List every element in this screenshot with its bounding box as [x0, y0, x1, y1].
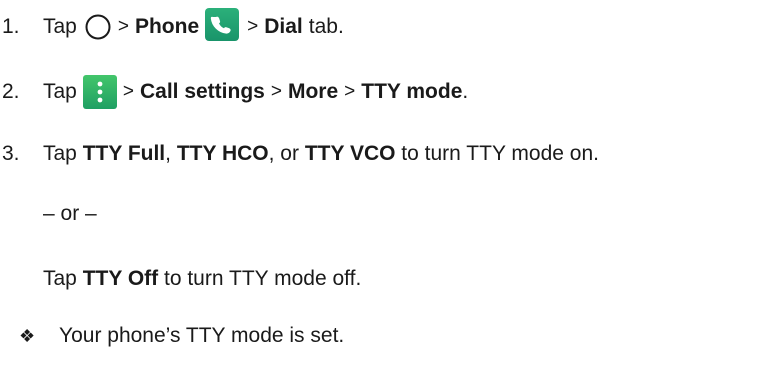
separator-arrow: >	[270, 81, 282, 102]
alt-step-text: Tap TTY Off to turn TTY mode off.	[43, 265, 361, 293]
tap-label: Tap	[43, 80, 77, 103]
tty-full-label: TTY Full	[82, 142, 166, 165]
phone-app-icon	[205, 7, 240, 41]
step-number: 1.	[2, 15, 20, 38]
tty-vco-label: TTY VCO	[304, 142, 396, 165]
tab-label: tab.	[308, 15, 344, 38]
alt-step-rest: to turn TTY mode off.	[164, 267, 362, 290]
tty-hco-label: TTY HCO	[176, 142, 269, 165]
home-circle-icon	[85, 14, 111, 40]
more-options-icon	[82, 75, 117, 109]
tap-label: Tap	[43, 142, 77, 165]
separator-arrow: >	[122, 81, 134, 102]
or-separator: – or –	[43, 202, 97, 225]
separator-arrow: >	[247, 16, 259, 37]
step-1-text: Tap > Phone > Dial tab.	[43, 7, 344, 44]
dial-label: Dial	[264, 15, 303, 38]
phone-label: Phone	[134, 15, 200, 38]
step-3-rest: to turn TTY mode on.	[401, 142, 599, 165]
step-number: 3.	[2, 142, 20, 165]
tty-off-label: TTY Off	[82, 267, 159, 290]
step-2-text: Tap > Call settings > More > TTY mode.	[43, 75, 468, 109]
more-label: More	[287, 80, 339, 103]
result-text: Your phone’s TTY mode is set.	[59, 324, 345, 347]
separator-arrow: >	[117, 16, 129, 37]
tty-mode-label: TTY mode	[361, 80, 463, 103]
comma: ,	[165, 142, 171, 165]
separator-arrow: >	[344, 81, 356, 102]
step-number: 2.	[2, 80, 20, 103]
or-text: , or	[268, 142, 299, 165]
tap-label: Tap	[43, 15, 77, 38]
tap-label: Tap	[43, 267, 77, 290]
step-3-text: Tap TTY Full, TTY HCO, or TTY VCO to tur…	[43, 140, 599, 168]
diamond-bullet-icon: ❖	[19, 326, 36, 346]
call-settings-label: Call settings	[139, 80, 265, 103]
period: .	[462, 80, 469, 103]
